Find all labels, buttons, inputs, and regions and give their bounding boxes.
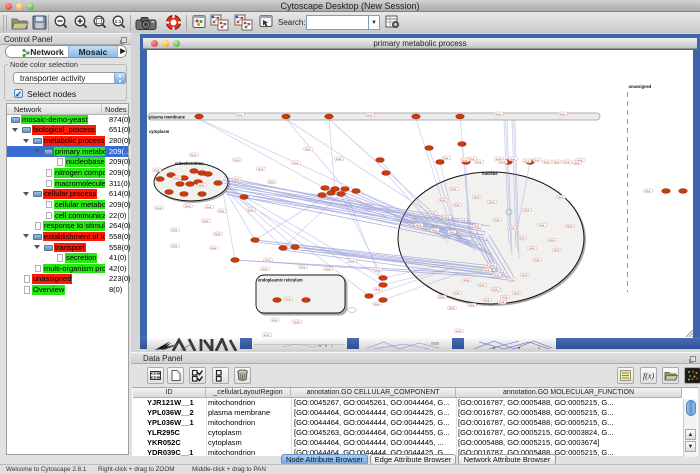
svg-text:xo-a: xo-a: [564, 161, 570, 164]
svg-text:xo-a: xo-a: [172, 229, 178, 232]
svg-text:xo-a: xo-a: [500, 161, 506, 164]
svg-text:xo-a: xo-a: [443, 157, 449, 160]
svg-text:xo-a: xo-a: [262, 268, 268, 271]
svg-text:xo-a: xo-a: [479, 284, 485, 287]
svg-text:xo-a: xo-a: [499, 271, 505, 274]
svg-text:xo-a: xo-a: [494, 274, 500, 277]
svg-text:xo-a: xo-a: [336, 158, 342, 161]
svg-text:xo-a: xo-a: [234, 178, 240, 181]
svg-text:xo-a: xo-a: [489, 201, 495, 204]
svg-text:xo-a: xo-a: [544, 161, 550, 164]
svg-text:xo-a: xo-a: [156, 207, 162, 210]
svg-text:xo-a: xo-a: [234, 159, 240, 162]
svg-text:mitochondrion: mitochondrion: [175, 161, 204, 166]
svg-text:f(x): f(x): [643, 372, 654, 381]
svg-text:xo-a: xo-a: [509, 227, 515, 230]
svg-text:xo-a: xo-a: [219, 210, 225, 213]
svg-text:xo-a: xo-a: [211, 247, 217, 250]
svg-text:xo-a: xo-a: [269, 181, 275, 184]
svg-text:xo-a: xo-a: [416, 224, 422, 227]
svg-text:xo-a: xo-a: [510, 158, 516, 161]
svg-text:xo-a: xo-a: [476, 161, 482, 164]
svg-text:xo-a: xo-a: [449, 307, 455, 310]
svg-text:xo-a: xo-a: [554, 161, 560, 164]
svg-text:xo-a: xo-a: [185, 205, 191, 208]
svg-text:xo-a: xo-a: [294, 321, 300, 324]
svg-text:xo-a: xo-a: [492, 288, 498, 291]
svg-text:xo-a: xo-a: [374, 303, 380, 306]
svg-text:xo-a: xo-a: [203, 220, 209, 223]
svg-text:xo-a: xo-a: [154, 169, 160, 172]
svg-text:xo-a: xo-a: [248, 209, 254, 212]
svg-text:xo-a: xo-a: [522, 274, 528, 277]
svg-text:xo-a: xo-a: [375, 288, 381, 291]
svg-text:xo-a: xo-a: [529, 247, 535, 250]
svg-text:xo-a: xo-a: [539, 224, 545, 227]
svg-text:xo-a: xo-a: [496, 113, 502, 116]
svg-text:unassigned: unassigned: [629, 84, 652, 89]
svg-text:xo-a: xo-a: [554, 249, 560, 252]
svg-text:1:1: 1:1: [115, 19, 122, 24]
svg-text:xo-a: xo-a: [264, 334, 270, 337]
svg-text:xo-a: xo-a: [645, 190, 651, 193]
svg-text:xo-a: xo-a: [454, 204, 460, 207]
svg-text:xo-a: xo-a: [509, 279, 515, 282]
svg-text:nucleus: nucleus: [482, 171, 498, 176]
svg-text:xo-a: xo-a: [439, 296, 445, 299]
svg-text:xo-a: xo-a: [430, 212, 436, 215]
svg-text:xo-a: xo-a: [454, 292, 460, 295]
svg-text:xo-a: xo-a: [325, 268, 331, 271]
svg-text:xo-a: xo-a: [549, 239, 555, 242]
svg-text:xo-a: xo-a: [524, 209, 530, 212]
svg-text:xo-a: xo-a: [432, 229, 438, 232]
svg-text:xo-a: xo-a: [440, 199, 446, 202]
svg-text:xo-a: xo-a: [519, 237, 525, 240]
svg-text:xo-a: xo-a: [462, 159, 468, 162]
svg-text:xo-a: xo-a: [574, 162, 580, 165]
svg-text:xo-a: xo-a: [494, 219, 500, 222]
svg-text:xo-a: xo-a: [451, 188, 457, 191]
svg-text:xo-a: xo-a: [199, 184, 205, 187]
svg-text:xo-a: xo-a: [484, 299, 490, 302]
svg-text:xo-a: xo-a: [215, 233, 221, 236]
svg-text:xo-a: xo-a: [469, 304, 475, 307]
svg-text:xo-a: xo-a: [272, 319, 278, 322]
svg-text:xo-a: xo-a: [237, 114, 243, 117]
svg-text:xo-a: xo-a: [172, 245, 178, 248]
svg-text:xo-a: xo-a: [524, 160, 530, 163]
svg-text:xo-a: xo-a: [444, 216, 450, 219]
svg-text:xo-a: xo-a: [558, 196, 564, 199]
svg-text:xo-a: xo-a: [375, 269, 381, 272]
svg-text:xo-a: xo-a: [300, 266, 306, 269]
svg-text:xo-a: xo-a: [258, 168, 264, 171]
svg-text:xo-a: xo-a: [484, 269, 490, 272]
svg-text:xo-a: xo-a: [499, 301, 505, 304]
svg-text:xo-a: xo-a: [191, 154, 197, 157]
svg-text:xo-a: xo-a: [534, 259, 540, 262]
svg-text:xo-a: xo-a: [174, 177, 180, 180]
svg-text:xo-a: xo-a: [206, 206, 212, 209]
svg-text:xo-a: xo-a: [474, 196, 480, 199]
svg-text:xo-a: xo-a: [460, 219, 466, 222]
svg-text:xo-a: xo-a: [293, 162, 299, 165]
svg-text:xo-a: xo-a: [449, 231, 455, 234]
svg-text:endoplasmic reticulum: endoplasmic reticulum: [258, 278, 303, 283]
svg-text:xo-a: xo-a: [474, 225, 480, 228]
svg-text:xo-a: xo-a: [349, 260, 355, 263]
svg-text:xo-a: xo-a: [469, 158, 475, 161]
svg-text:xo-a: xo-a: [464, 279, 470, 282]
svg-text:xo-a: xo-a: [367, 114, 373, 117]
svg-text:xo-a: xo-a: [560, 113, 566, 116]
svg-text:xo-a: xo-a: [534, 159, 540, 162]
svg-text:xo-a: xo-a: [285, 298, 291, 301]
svg-text:xo-a: xo-a: [265, 259, 271, 262]
svg-text:xo-a: xo-a: [514, 292, 520, 295]
svg-text:xo-a: xo-a: [489, 264, 495, 267]
svg-text:xo-a: xo-a: [502, 296, 508, 299]
svg-text:xo-a: xo-a: [456, 330, 462, 333]
svg-text:xo-a: xo-a: [305, 148, 311, 151]
svg-text:plasma membrane: plasma membrane: [149, 115, 186, 120]
svg-text:cytoplasm: cytoplasm: [149, 129, 170, 134]
svg-text:xo-a: xo-a: [567, 225, 573, 228]
